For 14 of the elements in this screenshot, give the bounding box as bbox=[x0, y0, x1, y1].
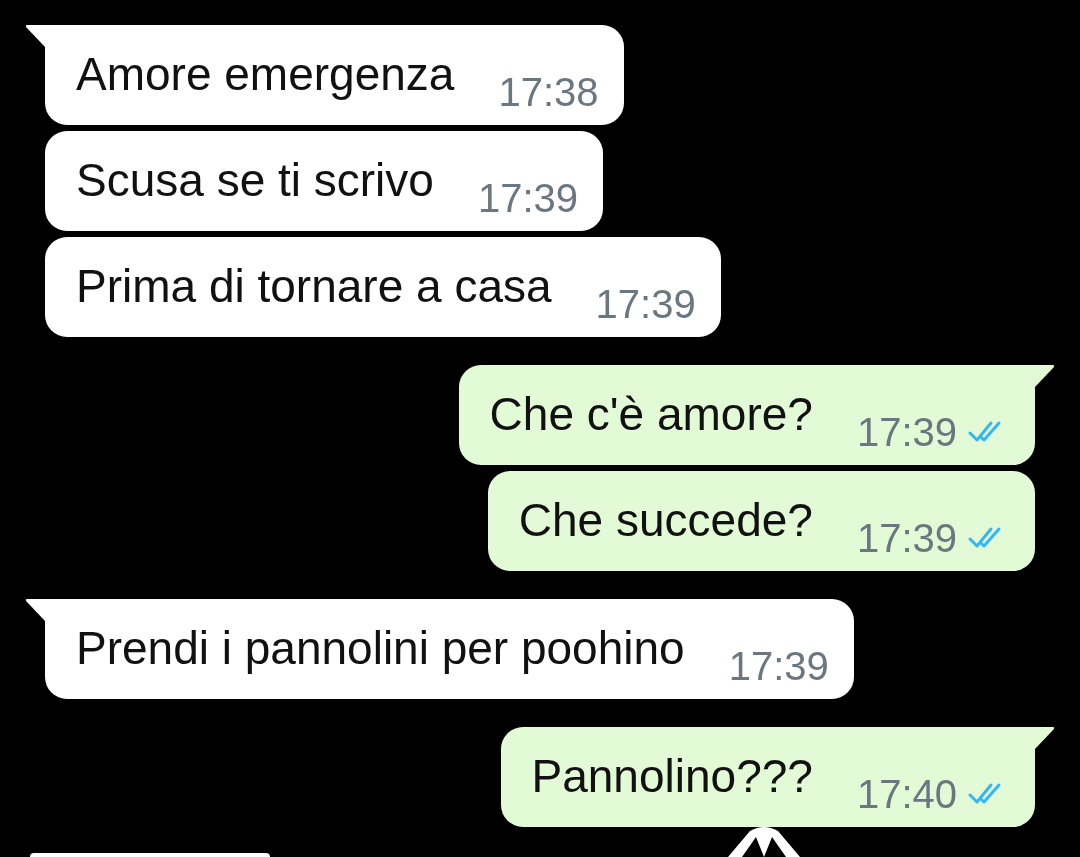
message-time: 17:40 bbox=[856, 771, 957, 817]
message-text: Prendi i pannolini per poohino bbox=[76, 621, 685, 675]
message-time: 17:39 bbox=[595, 281, 696, 327]
message-time: 17:39 bbox=[728, 643, 829, 689]
message-text: Amore emergenza bbox=[76, 47, 455, 101]
message-time: 17:38 bbox=[498, 69, 599, 115]
message-time: 17:39 bbox=[856, 409, 957, 455]
message-text: Prima di tornare a casa bbox=[76, 259, 552, 313]
message-text: Che succede? bbox=[518, 493, 813, 547]
message-text: Pannolino??? bbox=[531, 749, 813, 803]
message-time: 17:39 bbox=[856, 515, 957, 561]
message-time: 17:39 bbox=[477, 175, 578, 221]
message-text: Scusa se ti scrivo bbox=[76, 153, 434, 207]
message-text: Che c'è amore? bbox=[489, 387, 813, 441]
